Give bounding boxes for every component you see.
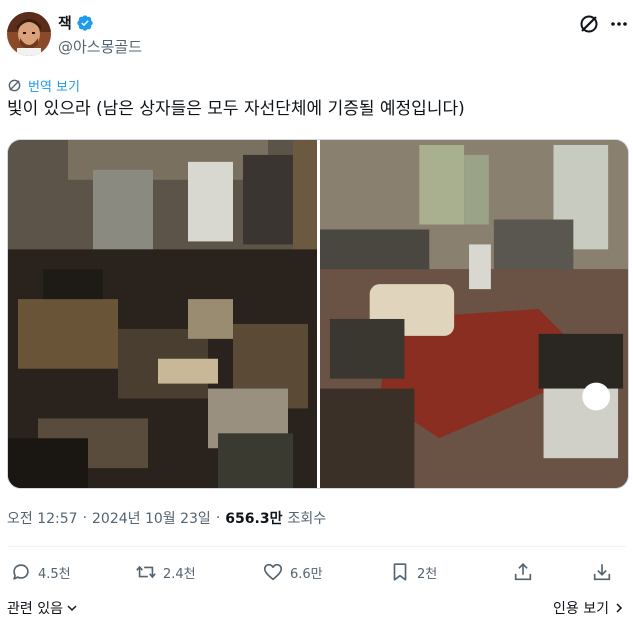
meta-separator: · [82, 510, 88, 526]
bookmark-icon [393, 563, 407, 581]
retweet-count: 2.4천 [163, 566, 196, 582]
views-label: 조회수 [287, 511, 327, 527]
share-upload-icon [514, 563, 532, 581]
chevron-right-icon [616, 603, 623, 613]
download-icon [593, 564, 611, 581]
reply-bubble-icon [13, 564, 29, 580]
avatar-photo-icon [7, 12, 51, 56]
avatar[interactable] [7, 12, 51, 56]
action-bar: 4.5천 2.4천 6.6만 2천 [0, 555, 633, 591]
reply-button[interactable]: 4.5천 [10, 561, 71, 583]
quote-label: 인용 보기 [553, 601, 609, 617]
view-quotes-link[interactable]: 인용 보기 [553, 598, 625, 618]
download-button[interactable] [591, 561, 613, 583]
verified-badge-icon [77, 14, 93, 31]
media-grid [7, 139, 629, 489]
user-handle[interactable]: @아스몽골드 [58, 36, 142, 57]
views-count: 656.3만 [225, 511, 283, 527]
related-dropdown[interactable]: 관련 있음 [7, 598, 78, 618]
post-time[interactable]: 오전 12:57 [7, 508, 78, 528]
translate-label[interactable]: 번역 보기 [28, 76, 80, 95]
slashed-circle-icon [580, 15, 598, 33]
related-label: 관련 있음 [7, 601, 63, 617]
like-count: 6.6만 [290, 566, 323, 582]
meta-separator-2: · [215, 510, 221, 526]
more-button[interactable] [609, 14, 629, 34]
reply-count: 4.5천 [38, 566, 71, 582]
post-header: 잭 @아스몽골드 [0, 0, 633, 70]
chevron-down-icon [67, 605, 77, 612]
cluttered-room-image [8, 140, 317, 488]
heart-icon [263, 563, 283, 581]
grok-button[interactable] [577, 12, 601, 36]
share-button[interactable] [512, 561, 534, 583]
cleaned-room-image [320, 140, 628, 488]
post-date[interactable]: 2024년 10월 23일 [92, 508, 211, 528]
translate-link[interactable]: 번역 보기 [7, 76, 80, 95]
divider [7, 546, 626, 547]
name-row: 잭 [58, 12, 94, 33]
photo-after[interactable] [320, 140, 628, 488]
bookmark-count: 2천 [417, 566, 438, 582]
photo-before[interactable] [8, 140, 317, 488]
like-button[interactable]: 6.6만 [262, 561, 323, 583]
post-text: 빛이 있으라 (남은 상자들은 모두 자선단체에 기증될 예정입니다) [7, 99, 465, 119]
more-dots-icon [611, 22, 627, 26]
bookmark-button[interactable]: 2천 [389, 561, 437, 583]
retweet-button[interactable]: 2.4천 [135, 561, 196, 583]
translate-icon [8, 79, 21, 92]
post-meta: 오전 12:57 · 2024년 10월 23일 · 656.3만 조회수 [7, 508, 326, 528]
post-footer: 관련 있음 인용 보기 [0, 596, 633, 620]
retweet-icon [136, 565, 156, 579]
display-name[interactable]: 잭 [58, 12, 72, 33]
